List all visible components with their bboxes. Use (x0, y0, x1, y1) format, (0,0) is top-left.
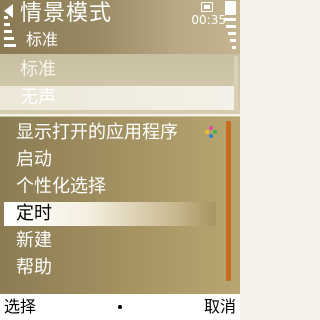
menu-item-label: 显示打开的应用程序 (16, 122, 178, 143)
screen: 情景模式 标准 00:35 标准 无声 显示打开的应用程序 启动 个性化选择 定… (0, 0, 240, 320)
menu-item-personalise[interactable]: 个性化选择 (16, 175, 106, 199)
select-softkey[interactable]: 选择 (4, 296, 36, 318)
middle-softkey-dot[interactable] (118, 305, 122, 309)
menu-item-help[interactable]: 帮助 (16, 256, 52, 280)
menu-item-show-open-apps[interactable]: 显示打开的应用程序 (16, 121, 178, 145)
apps-icon (205, 126, 217, 138)
title-bar: 情景模式 标准 00:35 (0, 0, 240, 54)
page-title: 情景模式 (20, 1, 113, 26)
list-item: 标准 (20, 59, 56, 80)
menu-item-label: 帮助 (16, 257, 52, 278)
signal-icon (4, 16, 16, 52)
options-menu: 显示打开的应用程序 启动 个性化选择 定时 新建 帮助 (0, 116, 240, 295)
list-item-selected: 无声 (0, 86, 236, 110)
softkey-bar: 选择 取消 (0, 294, 240, 320)
page-subtitle: 标准 (26, 30, 59, 49)
menu-item-label: 个性化选择 (16, 176, 106, 197)
menu-item-label: 新建 (16, 230, 52, 251)
menu-item-timed[interactable]: 定时 (4, 202, 216, 226)
phone-status-icon (201, 2, 213, 12)
menu-item-label: 启动 (16, 149, 52, 170)
battery-level-icon (224, 18, 236, 54)
menu-item-new[interactable]: 新建 (16, 229, 52, 253)
menu-item-label: 定时 (16, 203, 52, 224)
menu-scrollbar-thumb[interactable] (226, 121, 231, 281)
clock: 00:35 (191, 13, 226, 27)
battery-icon (225, 1, 236, 15)
menu-item-activate[interactable]: 启动 (16, 148, 52, 172)
cancel-softkey[interactable]: 取消 (204, 296, 236, 318)
background-scrollbar (234, 56, 238, 110)
background-list: 标准 无声 (0, 54, 240, 114)
